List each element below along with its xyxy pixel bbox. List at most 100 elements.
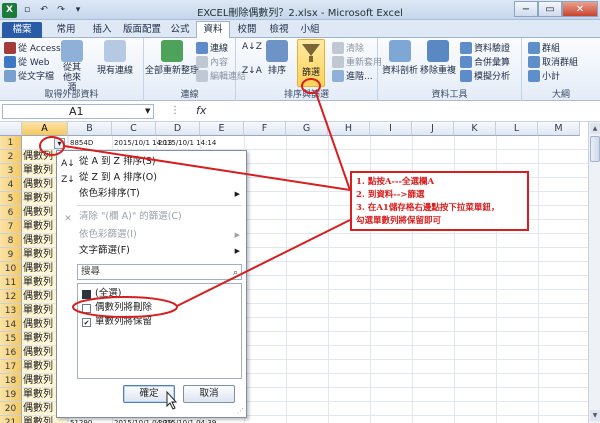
filter-item-odd[interactable]: ✔ 單數列將保留 <box>82 315 152 329</box>
row-header[interactable]: 12 <box>0 290 22 304</box>
row-header[interactable]: 17 <box>0 360 22 374</box>
filter-dropdown-arrow-icon[interactable]: ▾ <box>54 138 65 149</box>
close-button[interactable]: ✕ <box>562 1 598 17</box>
scroll-down-icon[interactable]: ▼ <box>590 410 600 421</box>
what-if-analysis-button[interactable]: 模擬分析 <box>460 69 510 82</box>
data-validation-button[interactable]: 資料驗證 <box>460 41 510 54</box>
filter-search-input[interactable]: 搜尋 ⌕ <box>77 264 242 280</box>
tab-page-layout[interactable]: 版面配置 <box>120 22 164 38</box>
menu-text-filters[interactable]: 文字篩選(F) ▶ <box>57 243 246 259</box>
from-access-button[interactable]: 從 Access <box>4 41 61 54</box>
resize-grip-icon[interactable]: ⋰ <box>237 407 244 415</box>
tab-home[interactable]: 常用 <box>50 22 82 38</box>
tab-view[interactable]: 檢視 <box>264 22 294 38</box>
advanced-filter-button[interactable]: 進階... <box>332 69 373 82</box>
name-box-dropdown-icon[interactable]: ▼ <box>145 107 150 115</box>
tab-file[interactable]: 檔案 <box>2 22 42 38</box>
name-box[interactable]: A1 <box>2 104 154 119</box>
row-header[interactable]: 13 <box>0 304 22 318</box>
row-header[interactable]: 15 <box>0 332 22 346</box>
row-header[interactable]: 11 <box>0 276 22 290</box>
row-header[interactable]: 1 <box>0 136 22 150</box>
fx-icon[interactable]: fx <box>196 104 206 117</box>
row-header[interactable]: 4 <box>0 178 22 192</box>
column-header-k[interactable]: K <box>454 122 496 136</box>
column-header-c[interactable]: C <box>112 122 156 136</box>
subtotal-button[interactable]: 小計 <box>528 69 560 82</box>
row-header[interactable]: 18 <box>0 374 22 388</box>
reapply-button[interactable]: 重新套用 <box>332 55 382 68</box>
column-header-l[interactable]: L <box>496 122 538 136</box>
callout-line: 2. 到資料-->篩選 <box>356 190 425 200</box>
select-all-corner[interactable] <box>0 122 22 136</box>
row-header[interactable]: 21 <box>0 416 22 423</box>
text-to-columns-button[interactable]: 資料剖析 <box>382 40 418 76</box>
column-header-j[interactable]: J <box>412 122 454 136</box>
checkbox-checked[interactable]: ✔ <box>82 317 91 327</box>
text-file-icon <box>4 69 16 82</box>
existing-connections-button[interactable]: 現有連線 <box>92 40 138 76</box>
column-header-b[interactable]: B <box>68 122 112 136</box>
sort-button[interactable]: 排序 <box>262 40 292 76</box>
row-header[interactable]: 16 <box>0 346 22 360</box>
from-web-button[interactable]: 從 Web <box>4 55 49 68</box>
checkbox-indeterminate[interactable] <box>82 289 91 299</box>
column-header-a[interactable]: A <box>22 122 68 136</box>
scroll-thumb[interactable] <box>590 136 600 162</box>
menu-sort-ascending[interactable]: A↓ 從 A 到 Z 排序(S) <box>57 154 246 170</box>
column-header-i[interactable]: I <box>370 122 412 136</box>
refresh-all-button[interactable]: 全部重新整理 <box>145 40 199 76</box>
consolidate-button[interactable]: 合併彙算 <box>460 55 510 68</box>
text-to-columns-icon <box>389 40 411 62</box>
from-text-button[interactable]: 從文字檔 <box>4 69 54 82</box>
cancel-button[interactable]: 取消 <box>183 385 235 403</box>
column-header-h[interactable]: H <box>328 122 370 136</box>
row-header[interactable]: 20 <box>0 402 22 416</box>
tab-review[interactable]: 校閱 <box>232 22 262 38</box>
filter-button[interactable]: 篩選 <box>297 39 325 87</box>
group-button[interactable]: 群組 <box>528 41 560 54</box>
filter-item-even[interactable]: 偶數列將刪除 <box>82 301 152 315</box>
sort-descending-button[interactable]: Z↓A <box>242 66 262 76</box>
properties-button[interactable]: 內容 <box>196 55 228 68</box>
cell-b1[interactable]: 8854D <box>68 136 93 150</box>
vertical-scrollbar[interactable]: ▲ ▼ <box>588 122 600 423</box>
row-header[interactable]: 6 <box>0 206 22 220</box>
minimize-button[interactable]: − <box>514 1 538 17</box>
clear-filter-button[interactable]: 清除 <box>332 41 364 54</box>
row-header[interactable]: 2 <box>0 150 22 164</box>
column-header-d[interactable]: D <box>156 122 200 136</box>
tab-data[interactable]: 資料 <box>196 21 230 39</box>
column-header-f[interactable]: F <box>244 122 286 136</box>
row-header[interactable]: 7 <box>0 220 22 234</box>
row-header[interactable]: 19 <box>0 388 22 402</box>
subtotal-icon <box>528 69 540 82</box>
row-header[interactable]: 8 <box>0 234 22 248</box>
row-header[interactable]: 10 <box>0 262 22 276</box>
cell-d1[interactable]: 2015/10/1 14:14 <box>156 136 216 150</box>
menu-sort-by-color[interactable]: 依色彩排序(T) ▶ <box>57 186 246 202</box>
row-header[interactable]: 3 <box>0 164 22 178</box>
remove-duplicates-button[interactable]: 移除重複 <box>420 40 456 76</box>
connections-button[interactable]: 連線 <box>196 41 228 54</box>
ungroup-button[interactable]: 取消群組 <box>528 55 578 68</box>
row-header[interactable]: 14 <box>0 318 22 332</box>
column-header-e[interactable]: E <box>200 122 244 136</box>
tab-team[interactable]: 小組 <box>296 22 324 38</box>
column-header-g[interactable]: G <box>286 122 328 136</box>
menu-sort-descending[interactable]: Z↓ 從 Z 到 A 排序(O) <box>57 170 246 186</box>
tab-insert[interactable]: 插入 <box>86 22 118 38</box>
tab-formulas[interactable]: 公式 <box>166 22 194 38</box>
row-header[interactable]: 5 <box>0 192 22 206</box>
checkbox-unchecked[interactable] <box>82 303 91 313</box>
from-other-sources-button[interactable]: 從其他來源 <box>60 40 84 93</box>
filter-item-select-all[interactable]: (全選) <box>82 287 121 301</box>
maximize-button[interactable]: ▭ <box>538 1 562 17</box>
row-header[interactable]: 9 <box>0 248 22 262</box>
menu-clear-filter[interactable]: ✕ 清除 "(欄 A)" 的篩選(C) <box>57 209 246 225</box>
scroll-up-icon[interactable]: ▲ <box>590 123 600 134</box>
column-header-m[interactable]: M <box>538 122 580 136</box>
menu-filter-by-color[interactable]: 依色彩篩選(I) ▶ <box>57 227 246 243</box>
sort-ascending-button[interactable]: A↓Z <box>242 42 262 52</box>
ok-button[interactable]: 確定 <box>123 385 175 403</box>
